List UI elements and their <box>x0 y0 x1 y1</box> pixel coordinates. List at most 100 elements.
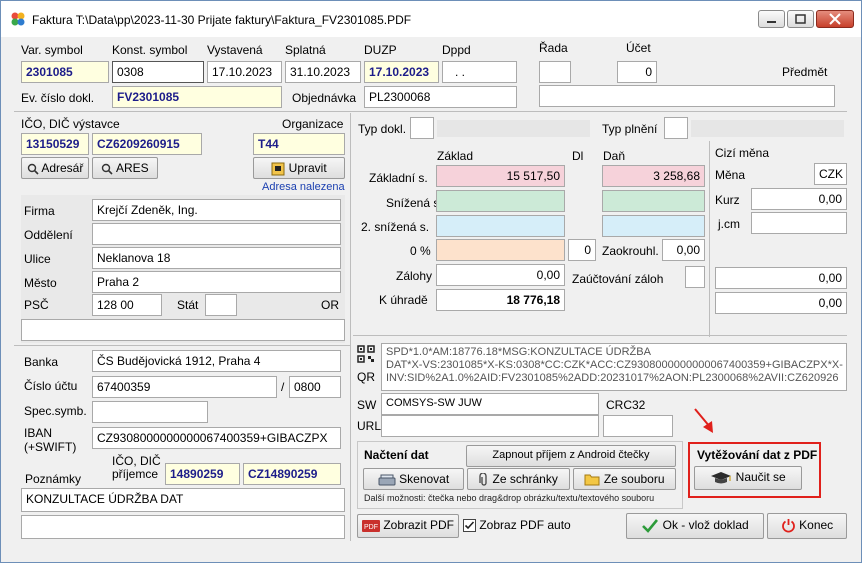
nacteni-title: Načtení dat <box>364 448 429 462</box>
dic-prijemce-field[interactable]: CZ14890259 <box>243 463 341 485</box>
banka-label: Banka <box>24 355 59 369</box>
skenovat-button[interactable]: Skenovat <box>363 468 464 490</box>
ev-cislo-field[interactable]: FV2301085 <box>112 86 282 108</box>
foreign-divider <box>709 141 710 337</box>
vystavena-label: Vystavená <box>207 43 263 57</box>
jcm-field[interactable] <box>751 212 847 234</box>
dl-header: Dl <box>572 149 584 163</box>
snizena2-zaklad-field[interactable] <box>436 215 565 237</box>
iban-field[interactable]: CZ9308000000000067400359+GIBACZPX <box>92 427 341 449</box>
ev-cislo-label: Ev. číslo dokl. <box>21 91 95 105</box>
svg-text:PDF: PDF <box>364 524 378 531</box>
kurz-field[interactable]: 0,00 <box>751 188 847 210</box>
android-button[interactable]: Zapnout příjem z Android čtečky <box>466 445 676 467</box>
naucit-se-label: Naučit se <box>735 470 786 484</box>
ze-souboru-button[interactable]: Ze souboru <box>573 468 676 490</box>
zaokrouhl-field[interactable]: 0,00 <box>662 239 705 261</box>
snizena-zaklad-field[interactable] <box>436 190 565 212</box>
banka-field[interactable]: ČS Budějovická 1912, Praha 4 <box>92 350 341 372</box>
close-button[interactable] <box>816 10 854 28</box>
typ-dokl-desc <box>437 120 590 137</box>
cizi-mena-header: Cizí měna <box>715 146 770 160</box>
qr-line-2: DAT*X-VS:2301085*X-KS:0308*CC:CZK*ACC:CZ… <box>386 359 843 371</box>
upravit-button[interactable]: Upravit <box>253 157 345 179</box>
typ-plneni-label: Typ plnění <box>602 122 658 136</box>
maximize-button[interactable] <box>787 10 814 28</box>
oddeleni-label: Oddělení <box>24 228 73 242</box>
cizi-zalohy-field[interactable]: 0,00 <box>715 267 847 289</box>
konec-button[interactable]: Konec <box>767 513 847 539</box>
zuctovani-label: Zaúčtování záloh <box>572 272 664 286</box>
ico-dic-prijemce-label: IČO, DIČ příjemce <box>112 454 161 481</box>
snizena-dan-field[interactable] <box>602 190 705 212</box>
mesto-field[interactable]: Praha 2 <box>92 271 341 293</box>
search-icon <box>102 163 113 175</box>
duzp-field[interactable]: 17.10.2023 <box>364 61 439 83</box>
address-status: Adresa nalezena <box>262 181 345 193</box>
nula-zaklad-field[interactable] <box>436 239 565 261</box>
search-icon <box>27 163 39 175</box>
firma-field[interactable]: Krejčí Zdeněk, Ing. <box>92 199 341 221</box>
firma-label: Firma <box>24 204 55 218</box>
stat-field[interactable] <box>205 294 237 316</box>
ulice-label: Ulice <box>24 252 51 266</box>
organizace-field[interactable]: T44 <box>253 133 345 155</box>
ares-label: ARES <box>115 161 149 175</box>
zuctovani-field[interactable] <box>685 266 705 288</box>
url-field[interactable] <box>381 415 599 437</box>
konst-symbol-field[interactable]: 0308 <box>112 61 204 83</box>
spec-symb-field[interactable] <box>92 401 208 423</box>
adresar-button[interactable]: Adresář <box>21 157 89 179</box>
k-uhrade-field[interactable]: 18 776,18 <box>436 289 565 311</box>
sw-field[interactable]: COMSYS-SW JUW <box>381 393 599 415</box>
zalohy-field[interactable]: 0,00 <box>436 264 565 286</box>
close-icon <box>829 13 841 25</box>
qr-label: QR <box>357 370 375 384</box>
kod-banky-field[interactable]: 0800 <box>289 376 341 398</box>
zobraz-auto-label: Zobraz PDF auto <box>479 518 571 532</box>
ico-prijemce-field[interactable]: 14890259 <box>165 463 240 485</box>
ico-field[interactable]: 13150529 <box>21 133 89 155</box>
naucit-se-button[interactable]: Naučit se <box>694 466 802 490</box>
psc-field[interactable]: 128 00 <box>92 294 162 316</box>
zakladni-dan-field[interactable]: 3 258,68 <box>602 165 705 187</box>
snizena2-label: 2. snížená s. <box>361 220 430 234</box>
typ-dokl-field[interactable] <box>410 117 434 139</box>
dppd-field[interactable]: . . <box>442 61 517 83</box>
konec-label: Konec <box>799 518 834 532</box>
ze-schranky-button[interactable]: Ze schránky <box>467 468 570 490</box>
typ-plneni-field[interactable] <box>664 117 688 139</box>
zakladni-zaklad-field[interactable]: 15 517,50 <box>436 165 565 187</box>
snizena2-dan-field[interactable] <box>602 215 705 237</box>
qr-text-field[interactable]: SPD*1.0*AM:18776.18*MSG:KONZULTACE ÚDRŽB… <box>381 343 847 391</box>
poznamky-field[interactable]: KONZULTACE ÚDRŽBA DAT <box>21 488 345 512</box>
mena-label: Měna <box>715 168 746 182</box>
ulice-field[interactable]: Neklanova 18 <box>92 247 341 269</box>
dic-field[interactable]: CZ6209260915 <box>92 133 202 155</box>
ucet-field[interactable]: 0 <box>617 61 657 83</box>
splatna-field[interactable]: 31.10.2023 <box>285 61 361 83</box>
poznamky-field-2[interactable] <box>21 515 345 539</box>
stat-label: Stát <box>177 298 199 312</box>
oddeleni-field[interactable] <box>92 223 341 245</box>
vystavena-field[interactable]: 17.10.2023 <box>207 61 282 83</box>
objednavka-field[interactable]: PL2300068 <box>364 86 517 108</box>
minimize-button[interactable] <box>758 10 785 28</box>
var-symbol-field[interactable]: 2301085 <box>21 61 109 83</box>
ok-vloz-button[interactable]: Ok - vlož doklad <box>626 513 764 539</box>
iban-label: IBAN (+SWIFT) <box>24 426 77 454</box>
dppd-label: Dppd <box>442 43 471 57</box>
or-field[interactable] <box>21 319 345 341</box>
rada-field[interactable] <box>539 61 571 83</box>
cislo-uctu-field[interactable]: 67400359 <box>92 376 277 398</box>
predmet-field[interactable] <box>539 85 835 107</box>
crc-field[interactable] <box>603 415 673 437</box>
zobrazit-pdf-button[interactable]: PDF Zobrazit PDF <box>357 514 459 538</box>
mena-field[interactable]: CZK <box>814 163 847 185</box>
zobraz-auto-checkbox[interactable]: Zobraz PDF auto <box>463 518 571 533</box>
cizi-k-uhrade-field[interactable]: 0,00 <box>715 292 847 314</box>
splatna-label: Splatná <box>285 43 326 57</box>
var-symbol-label: Var. symbol <box>21 43 83 57</box>
ares-button[interactable]: ARES <box>92 157 158 179</box>
nula-dl-field[interactable]: 0 <box>568 239 596 261</box>
